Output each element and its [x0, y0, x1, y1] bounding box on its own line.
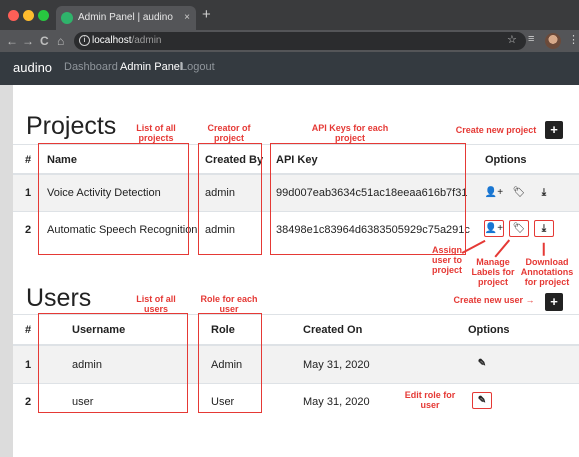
create-user-button[interactable]: +	[545, 293, 563, 311]
edit-role-icon: ✎	[477, 395, 487, 406]
arrow-download	[543, 242, 545, 256]
back-icon[interactable]: ←	[6, 33, 18, 49]
extensions-icon[interactable]: ≡	[528, 33, 534, 45]
highlight-role-column	[198, 313, 262, 413]
forward-icon[interactable]: →	[22, 33, 34, 49]
users-header-index: #	[25, 324, 32, 336]
tab-title: Admin Panel | audino	[78, 12, 173, 23]
annotation-creator: Creator of project	[207, 123, 251, 143]
minimize-window-button[interactable]	[23, 10, 34, 21]
annotation-projects-list: List of all projects	[136, 123, 176, 143]
maximize-window-button[interactable]	[38, 10, 49, 21]
users-header-created-on: Created On	[303, 324, 363, 336]
browser-menu-icon[interactable]: ⋮	[568, 33, 579, 46]
annotation-manage-labels: Manage Labels for project	[471, 257, 515, 287]
home-icon[interactable]: ⌂	[57, 33, 64, 49]
address-bar[interactable]: i localhost/admin	[74, 32, 526, 50]
site-info-icon[interactable]: i	[79, 35, 90, 46]
download-icon: ⤓	[541, 223, 547, 234]
assign-user-icon: 👤+	[484, 223, 504, 234]
annotation-create-user: Create new user →	[453, 295, 535, 305]
user-created-on: May 31, 2020	[303, 396, 370, 408]
close-window-button[interactable]	[8, 10, 19, 21]
highlight-api-key-column	[270, 143, 466, 255]
annotation-role: Role for each user	[200, 294, 258, 314]
new-tab-button[interactable]: +	[202, 6, 211, 23]
annotation-users-list: List of all users	[136, 294, 176, 314]
highlight-username-column	[38, 313, 188, 413]
highlight-created-by-column	[198, 143, 262, 255]
browser-toolbar: ← → C ⌂ i localhost/admin ☆ ≡ ⋮	[0, 30, 579, 52]
favicon-icon	[61, 12, 73, 24]
users-header-options: Options	[468, 324, 510, 336]
profile-avatar[interactable]	[545, 33, 561, 49]
create-project-button[interactable]: +	[545, 121, 563, 139]
user-created-on: May 31, 2020	[303, 359, 370, 371]
projects-heading: Projects	[26, 112, 117, 140]
nav-admin-panel[interactable]: Admin Panel	[120, 61, 182, 73]
url-host: localhost	[92, 35, 132, 46]
edit-role-icon[interactable]: ✎	[472, 355, 492, 372]
url-path: /admin	[131, 35, 162, 46]
annotation-edit-role: Edit role for user	[404, 390, 456, 410]
reload-icon[interactable]: C	[40, 33, 49, 49]
assign-user-icon[interactable]: 👤+	[484, 184, 504, 201]
user-index: 1	[25, 359, 32, 371]
annotation-api-keys: API Keys for each project	[311, 123, 389, 143]
annotation-create-project: Create new project	[455, 125, 537, 135]
browser-tab-bar: Admin Panel | audino × +	[0, 0, 579, 30]
browser-tab[interactable]: Admin Panel | audino ×	[56, 6, 196, 30]
projects-header-index: #	[25, 154, 32, 166]
download-icon[interactable]: ⤓	[534, 184, 554, 201]
user-index: 2	[25, 396, 32, 408]
annotation-download: Download Annotations for project	[520, 257, 574, 287]
manage-labels-icon: 🏷	[512, 223, 526, 234]
bookmark-star-icon[interactable]: ☆	[507, 33, 517, 46]
projects-header-options: Options	[485, 154, 527, 166]
project-index: 1	[25, 187, 32, 199]
app-navbar: audino Dashboard Admin Panel Logout	[0, 52, 579, 85]
highlight-project-name-column	[38, 143, 189, 255]
project-index: 2	[25, 224, 32, 236]
nav-logout[interactable]: Logout	[181, 61, 215, 73]
annotation-assign-user: Assign user to project	[431, 245, 462, 275]
close-tab-icon[interactable]: ×	[184, 6, 190, 30]
app-brand[interactable]: audino	[13, 60, 52, 75]
manage-labels-icon[interactable]: 🏷	[509, 184, 529, 201]
nav-dashboard[interactable]: Dashboard	[64, 61, 118, 73]
users-heading: Users	[26, 284, 92, 312]
